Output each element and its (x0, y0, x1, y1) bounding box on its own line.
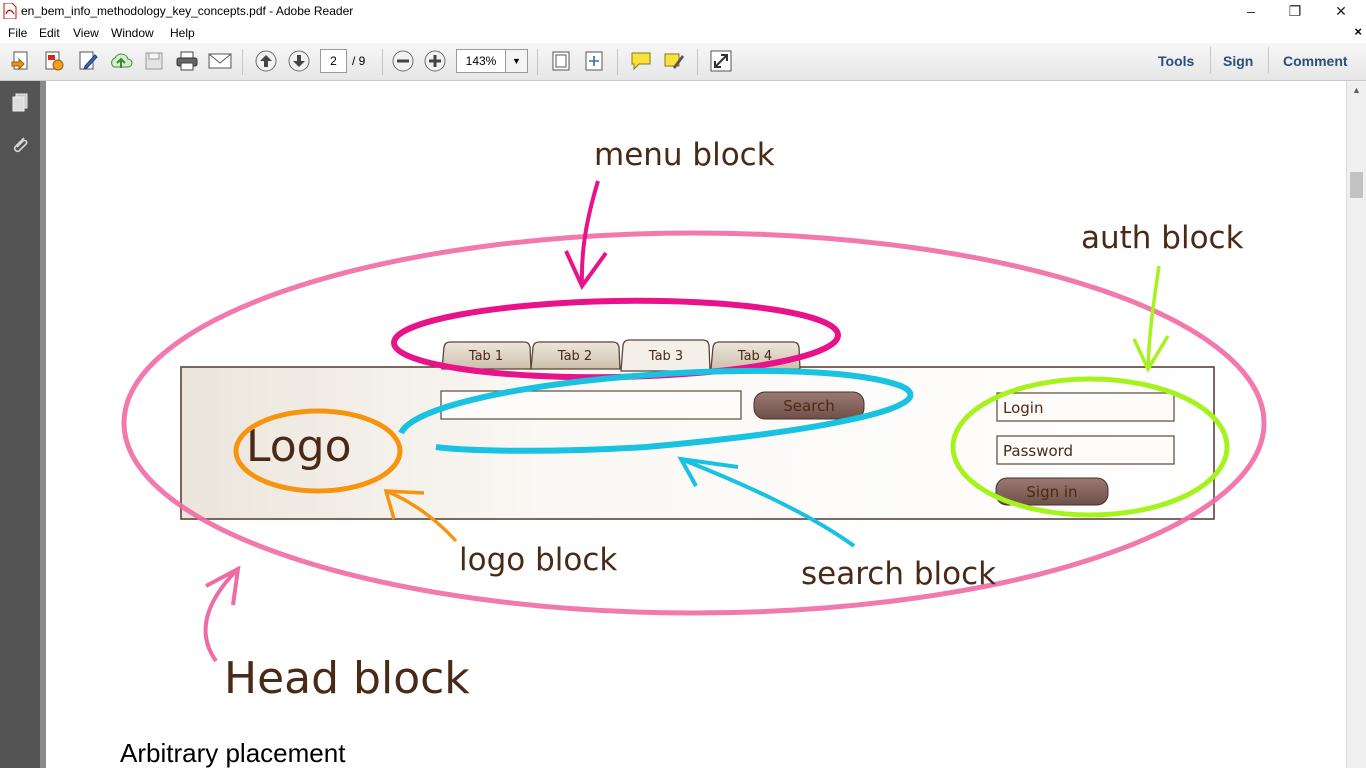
export-pdf-icon[interactable] (41, 48, 67, 74)
mock-password-placeholder: Password (1003, 442, 1073, 460)
search-block-label: search block (801, 556, 996, 592)
vertical-scrollbar[interactable]: ▲ (1346, 81, 1366, 768)
window-title: en_bem_info_methodology_key_concepts.pdf… (21, 4, 354, 18)
email-icon[interactable] (207, 48, 233, 74)
document-page: Tab 1 Tab 2 Tab 3 Tab 4 Search Logo Logi… (46, 81, 1346, 768)
attachments-icon[interactable] (8, 133, 32, 157)
chevron-down-icon[interactable]: ▼ (505, 49, 528, 73)
mock-login-placeholder: Login (1003, 399, 1043, 417)
section-heading: Arbitrary placement (120, 738, 346, 768)
toolbar-divider (242, 49, 243, 75)
toolbar-divider (617, 49, 618, 75)
fit-page-icon[interactable] (548, 48, 574, 74)
cloud-upload-icon[interactable] (108, 48, 134, 74)
comment-button[interactable]: Comment (1283, 53, 1348, 69)
menu-help[interactable]: Help (170, 26, 195, 40)
bem-diagram: Tab 1 Tab 2 Tab 3 Tab 4 Search Logo Logi… (121, 137, 1267, 704)
scroll-up-icon[interactable]: ▲ (1352, 85, 1361, 95)
print-icon[interactable] (174, 48, 200, 74)
menu-file[interactable]: File (8, 26, 27, 40)
tools-button[interactable]: Tools (1158, 53, 1194, 69)
sign-button[interactable]: Sign (1223, 53, 1253, 69)
menu-window[interactable]: Window (111, 26, 154, 40)
minimize-button[interactable]: – (1228, 0, 1274, 22)
logo-block-label: logo block (459, 542, 617, 578)
toolbar-divider (382, 49, 383, 75)
zoom-input[interactable]: 143% (456, 49, 506, 73)
save-icon[interactable] (141, 48, 167, 74)
pdf-file-icon (3, 3, 17, 19)
mock-signin-button-label: Sign in (1026, 483, 1077, 501)
edit-pdf-icon[interactable] (75, 48, 101, 74)
tab-2: Tab 2 (530, 341, 621, 370)
toolbar-divider (1268, 47, 1269, 73)
tab-3-label: Tab 3 (648, 349, 683, 364)
navigation-panel (0, 81, 40, 768)
close-window-button[interactable]: ✕ (1318, 0, 1364, 22)
toolbar-divider (1210, 47, 1211, 73)
auth-block-label: auth block (1081, 220, 1244, 256)
toolbar-divider (697, 49, 698, 75)
sticky-note-icon[interactable] (628, 48, 654, 74)
page-total: / 9 (352, 54, 366, 68)
zoom-in-icon[interactable] (422, 48, 448, 74)
title-bar: en_bem_info_methodology_key_concepts.pdf… (0, 0, 1366, 22)
scrollbar-thumb[interactable] (1350, 172, 1363, 198)
highlight-icon[interactable] (661, 48, 687, 74)
fit-width-icon[interactable] (581, 48, 607, 74)
mock-search-button-label: Search (783, 397, 835, 415)
tab-2-label: Tab 2 (557, 349, 592, 364)
head-block-label: Head block (224, 653, 470, 704)
toolbar-divider (537, 49, 538, 75)
next-page-icon[interactable] (286, 48, 312, 74)
menu-edit[interactable]: Edit (39, 26, 60, 40)
menu-block-arrowhead (564, 250, 608, 290)
menu-bar: File Edit View Window Help × (0, 22, 1366, 43)
zoom-out-icon[interactable] (390, 48, 416, 74)
create-pdf-icon[interactable] (8, 48, 34, 74)
page-thumbnails-icon[interactable] (8, 91, 32, 115)
restore-button[interactable]: ❐ (1272, 0, 1318, 22)
tab-1-label: Tab 1 (468, 349, 503, 364)
previous-page-icon[interactable] (253, 48, 279, 74)
close-document-button[interactable]: × (1354, 24, 1362, 39)
mock-logo-text: Logo (246, 421, 352, 472)
menu-block-label: menu block (594, 137, 775, 173)
page-number-input[interactable]: 2 (320, 49, 347, 73)
tab-3: Tab 3 (620, 339, 711, 372)
full-screen-icon[interactable] (708, 48, 734, 74)
menu-view[interactable]: View (73, 26, 99, 40)
